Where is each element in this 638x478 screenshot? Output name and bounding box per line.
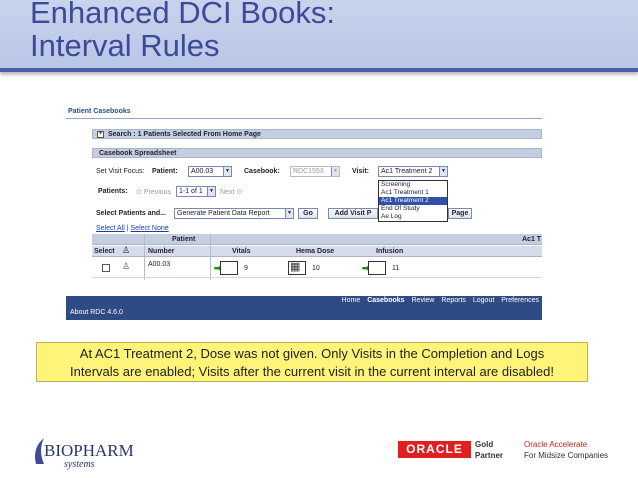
report-select[interactable]: Generate Patient Data Report ▼: [174, 208, 294, 219]
partner-label: Partner: [475, 451, 504, 460]
add-visit-button[interactable]: Add Visit P: [328, 208, 378, 219]
search-bar-label: Search : 1 Patients Selected From Home P…: [108, 131, 261, 138]
select-all-link[interactable]: Select All: [96, 225, 125, 232]
oracle-logo: ORACLE: [398, 441, 471, 458]
page-select-value: 1-1 of 1: [179, 188, 203, 195]
select-none-link[interactable]: Select None: [131, 225, 169, 232]
footer-link[interactable]: Home: [342, 297, 361, 304]
person-icon: ♙: [122, 261, 131, 271]
slide: Enhanced DCI Books: Interval Rules Patie…: [0, 0, 638, 478]
previous-label: Previous: [143, 189, 172, 196]
select-patients-label: Select Patients and...: [96, 210, 167, 217]
report-select-value: Generate Patient Data Report: [177, 210, 270, 217]
footer-link-active[interactable]: Casebooks: [367, 297, 404, 304]
hema-dose-value: 10: [312, 265, 320, 272]
vitals-value: 9: [244, 265, 248, 272]
row-number: A00.03: [148, 261, 171, 268]
footer-link[interactable]: Preferences: [501, 297, 539, 304]
grid-column-header: Select ♙ Number Vitals Hema Dose Infusio…: [92, 245, 542, 257]
person-icon: ♙: [122, 245, 131, 255]
search-bar[interactable]: + Search : 1 Patients Selected From Home …: [92, 129, 542, 139]
chevron-down-icon: ▼: [439, 167, 447, 176]
chevron-down-icon: ▼: [207, 187, 215, 196]
grid-group-header: Patient Ac1 T: [92, 234, 542, 245]
oracle-accelerate-label: Oracle Accelerate: [524, 440, 588, 449]
visit-select[interactable]: Ac1 Treatment 2 ▼: [378, 166, 448, 177]
biopharm-swoosh-icon: [35, 438, 44, 464]
rdc-screenshot: Patient Casebooks + Search : 1 Patients S…: [66, 104, 542, 322]
col-infusion: Infusion: [376, 248, 404, 255]
oracle-accelerate: Oracle Accelerate For Midsize Companies: [524, 439, 608, 461]
casebook-select-value: RDC1553: [293, 168, 324, 175]
about-link[interactable]: About RDC 4.6.0: [70, 309, 123, 316]
col-vitals: Vitals: [232, 248, 251, 255]
callout-line-2: Intervals are enabled; Visits after the …: [70, 364, 554, 379]
visit-option[interactable]: Screening: [379, 181, 447, 189]
visit-option[interactable]: End Of Study: [379, 205, 447, 213]
visit-option[interactable]: Ae Log: [379, 213, 447, 221]
chevron-down-icon: ▼: [223, 167, 231, 176]
footer-link[interactable]: Reports: [441, 297, 466, 304]
group-patient: Patient: [172, 236, 196, 243]
col-select: Select: [94, 248, 115, 255]
oracle-gold-partner: Gold Partner: [475, 439, 503, 461]
visit-select-value: Ac1 Treatment 2: [381, 168, 433, 175]
table-row: ♙ A00.03 ➡ 9 ▦ 10 ➡ 11: [92, 258, 542, 278]
slide-title: Enhanced DCI Books: Interval Rules: [30, 0, 335, 62]
next-link[interactable]: Next ⊙: [220, 188, 242, 196]
hema-dose-cell-box[interactable]: [288, 261, 306, 275]
expand-icon[interactable]: +: [97, 130, 104, 138]
previous-link[interactable]: ⊙ Previous: [136, 188, 171, 196]
title-line-2: Interval Rules: [30, 28, 220, 63]
chevron-down-icon: ▼: [331, 167, 339, 176]
patient-select-value: A00.03: [191, 168, 214, 175]
spreadsheet-header: Casebook Spreadsheet: [92, 148, 542, 158]
visit-label: Visit:: [352, 168, 369, 175]
go-button[interactable]: Go: [298, 208, 318, 219]
infusion-cell-box[interactable]: [368, 261, 386, 275]
patient-select[interactable]: A00.03 ▼: [188, 166, 232, 177]
patient-label: Patient:: [152, 168, 178, 175]
footer-link[interactable]: Review: [412, 297, 435, 304]
biopharm-sub: systems: [64, 459, 95, 470]
patients-label: Patients:: [98, 188, 128, 195]
footer-link[interactable]: Logout: [473, 297, 494, 304]
page-select[interactable]: 1-1 of 1 ▼: [176, 186, 216, 197]
chevron-down-icon: ▼: [285, 209, 293, 218]
visit-option-selected[interactable]: Ac1 Treatment 2: [379, 197, 447, 205]
biopharm-logo: BIOPHARM systems: [35, 438, 134, 470]
visit-option[interactable]: Ac1 Treatment 1: [379, 189, 447, 197]
biopharm-wordmark: BIOPHARM: [44, 441, 134, 460]
footer-nav: Home Casebooks Review Reports Logout Pre…: [337, 297, 539, 304]
visit-dropdown-list[interactable]: Screening Ac1 Treatment 1 Ac1 Treatment …: [378, 180, 448, 222]
page-button[interactable]: Page: [448, 208, 472, 219]
gold-label: Gold: [475, 440, 494, 449]
vitals-cell-box[interactable]: [220, 261, 238, 275]
callout-line-1: At AC1 Treatment 2, Dose was not given. …: [79, 346, 545, 361]
next-label: Next: [220, 189, 235, 196]
title-line-1: Enhanced DCI Books:: [30, 0, 336, 30]
casebook-label: Casebook:: [244, 168, 280, 175]
title-divider: [66, 118, 542, 119]
col-hema-dose: Hema Dose: [296, 248, 335, 255]
set-visit-focus-label: Set Visit Focus:: [96, 168, 145, 175]
page-title: Patient Casebooks: [68, 108, 131, 115]
app-footer: Home Casebooks Review Reports Logout Pre…: [66, 296, 542, 320]
row-checkbox[interactable]: [102, 264, 110, 272]
casebook-select: RDC1553 ▼: [290, 166, 340, 177]
title-band: Enhanced DCI Books: Interval Rules: [0, 0, 638, 72]
callout-box: At AC1 Treatment 2, Dose was not given. …: [36, 342, 588, 382]
select-links: Select All | Select None: [96, 225, 169, 232]
group-visit: Ac1 T: [522, 236, 542, 243]
midsize-label: For Midsize Companies: [524, 451, 609, 460]
infusion-value: 11: [392, 265, 400, 272]
col-number: Number: [148, 248, 175, 255]
